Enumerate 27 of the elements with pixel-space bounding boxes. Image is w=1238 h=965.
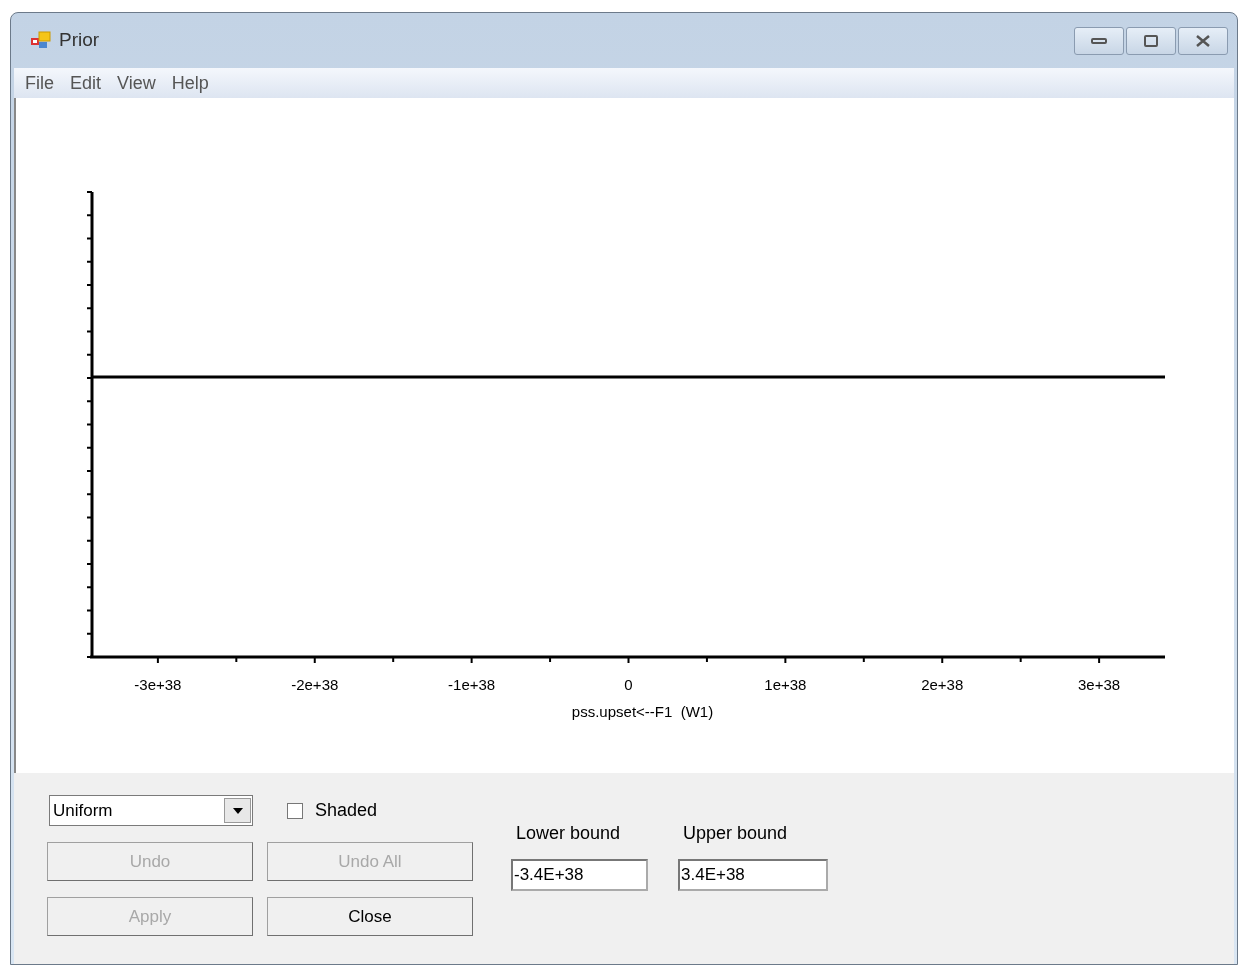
close-button[interactable]	[1178, 26, 1228, 55]
caret-icon	[232, 807, 243, 814]
menu-item[interactable]: Edit	[64, 69, 108, 97]
close-icon	[1196, 34, 1210, 47]
menu-item[interactable]: Help	[165, 69, 215, 97]
tick-label: -1e+38	[448, 676, 496, 693]
tick-label: 2e+38	[921, 676, 964, 693]
shaded-checkbox[interactable]	[287, 802, 303, 819]
field-label: Lower bound	[515, 822, 622, 845]
app-icon	[31, 30, 51, 51]
menu-item[interactable]: View	[111, 69, 162, 97]
field-label: Upper bound	[682, 822, 789, 845]
tick-label: 1e+38	[764, 676, 807, 693]
bound-field[interactable]: 3.4E+38	[678, 859, 828, 891]
tick-label: -2e+38	[291, 676, 339, 693]
menu-item[interactable]: File	[19, 69, 60, 97]
maximize-button[interactable]	[1126, 26, 1176, 55]
dialog-button[interactable]: Close	[267, 897, 473, 936]
window-title: Prior	[59, 28, 100, 53]
minimize-button[interactable]	[1074, 26, 1124, 55]
checkbox-label: Shaded	[315, 799, 378, 822]
tick-label: 0	[624, 676, 633, 693]
axis-label: pss.upset<--F1 (W1)	[571, 703, 714, 720]
tick-label: 3e+38	[1078, 676, 1121, 693]
bound-field[interactable]: -3.4E+38	[511, 859, 648, 891]
distribution-dropdown[interactable]: Uniform	[49, 795, 253, 826]
tick-label: -3e+38	[134, 676, 182, 693]
